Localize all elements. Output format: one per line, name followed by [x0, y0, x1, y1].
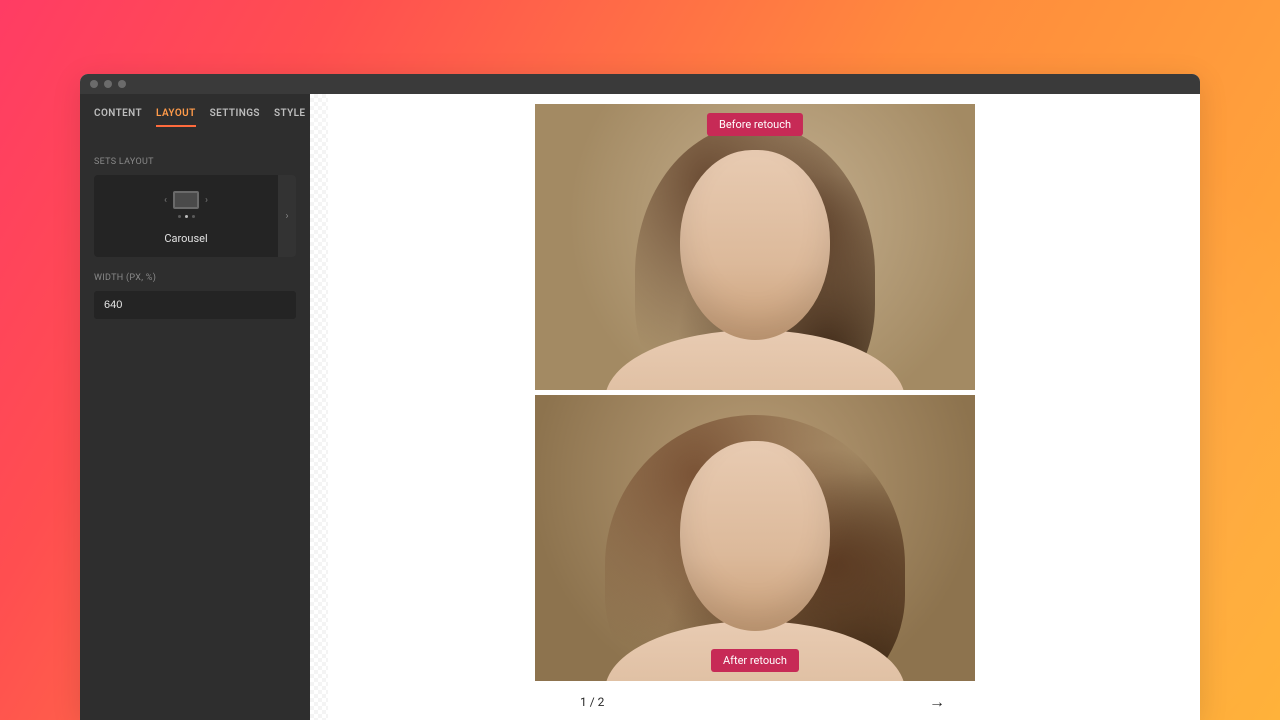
tab-settings[interactable]: SETTINGS	[210, 108, 260, 127]
chevron-right-icon: ›	[285, 211, 288, 222]
after-image: After retouch	[535, 395, 975, 681]
next-slide-button[interactable]: →	[929, 692, 945, 712]
window-titlebar	[80, 74, 1200, 94]
width-input[interactable]	[94, 291, 296, 319]
carousel-thumb-icon: ‹ ›	[164, 191, 208, 209]
traffic-light-zoom[interactable]	[118, 80, 126, 88]
sets-layout-label: SETS LAYOUT	[94, 157, 296, 167]
traffic-light-minimize[interactable]	[104, 80, 112, 88]
width-label: WIDTH (PX, %)	[94, 273, 296, 283]
before-badge: Before retouch	[707, 113, 803, 136]
app-window: CONTENT LAYOUT SETTINGS STYLE SETS LAYOU…	[80, 74, 1200, 720]
preview-canvas: Before retouch After retouch 1 / 2 →	[310, 94, 1200, 720]
settings-sidebar: CONTENT LAYOUT SETTINGS STYLE SETS LAYOU…	[80, 94, 310, 720]
traffic-light-close[interactable]	[90, 80, 98, 88]
tab-style[interactable]: STYLE	[274, 108, 306, 127]
layout-option-name: Carousel	[164, 232, 207, 245]
before-after-set: Before retouch After retouch 1 / 2 →	[535, 104, 975, 714]
arrow-right-icon: →	[929, 692, 945, 711]
layout-picker: ‹ › Carousel ›	[94, 175, 296, 257]
chevron-right-icon: ›	[205, 195, 208, 206]
layout-option-carousel[interactable]: ‹ › Carousel	[94, 175, 278, 257]
frame-icon	[173, 191, 199, 209]
after-badge: After retouch	[711, 649, 799, 672]
pagination-dots-icon	[178, 215, 195, 218]
chevron-left-icon: ‹	[164, 195, 167, 206]
carousel-pager: 1 / 2 →	[535, 686, 975, 714]
sidebar-tabs: CONTENT LAYOUT SETTINGS STYLE	[94, 108, 296, 127]
before-image: Before retouch	[535, 104, 975, 390]
workspace: CONTENT LAYOUT SETTINGS STYLE SETS LAYOU…	[80, 94, 1200, 720]
portrait-placeholder-icon	[625, 110, 885, 390]
pager-count: 1 / 2	[580, 695, 604, 709]
tab-layout[interactable]: LAYOUT	[156, 108, 196, 127]
tab-content[interactable]: CONTENT	[94, 108, 142, 127]
next-layout-option[interactable]: ›	[278, 175, 296, 257]
portrait-placeholder-icon	[625, 401, 885, 681]
